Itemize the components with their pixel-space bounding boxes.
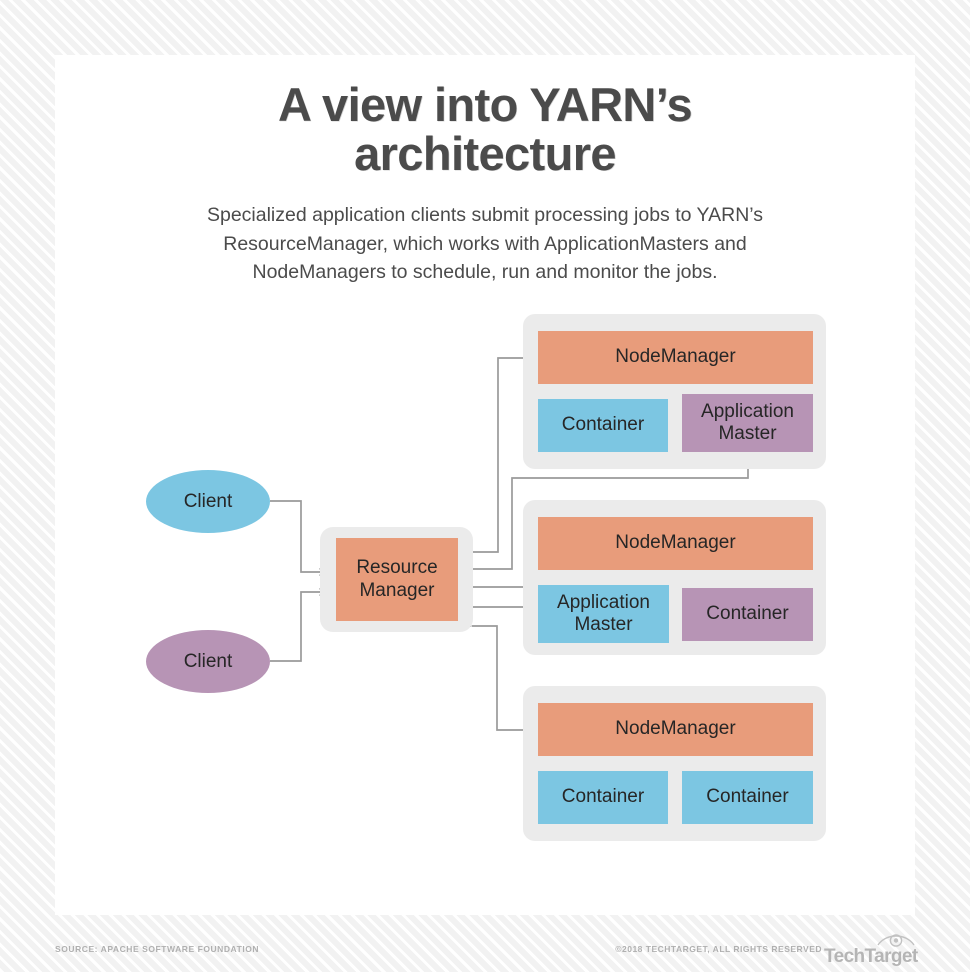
techtarget-wordmark: TechTarget: [824, 946, 918, 967]
application-master-label-line1: Application: [701, 400, 794, 422]
node-manager-box-3[interactable]: NodeManager: [538, 703, 813, 756]
page-title: A view into YARN’s architecture: [277, 78, 693, 181]
application-master-box-1b[interactable]: Application Master: [682, 394, 813, 452]
header: A view into YARN’s architecture Speciali…: [55, 80, 915, 287]
node-manager-label: NodeManager: [615, 346, 736, 368]
node-manager-box-1[interactable]: NodeManager: [538, 331, 813, 384]
container-box-3b[interactable]: Container: [682, 771, 813, 824]
client-label: Client: [183, 490, 233, 512]
copyright-notice: ©2018 TECHTARGET, ALL RIGHTS RESERVED: [615, 944, 822, 954]
container-box-1a[interactable]: Container: [538, 399, 668, 452]
node-manager-group-3[interactable]: NodeManager Container Container: [523, 686, 826, 841]
resource-manager-box[interactable]: Resource Manager: [336, 538, 458, 621]
application-master-label-line2: Master: [574, 614, 633, 635]
resource-manager-label-line2: Manager: [359, 579, 435, 601]
node-manager-label: NodeManager: [615, 532, 736, 554]
container-label: Container: [706, 786, 789, 808]
application-master-box-2a[interactable]: Application Master: [538, 585, 669, 643]
container-label: Container: [561, 414, 645, 436]
resource-manager-label-line1: Resource: [356, 557, 438, 579]
client-label: Client: [183, 650, 233, 672]
container-label: Container: [561, 786, 645, 808]
node-manager-label: NodeManager: [615, 718, 736, 740]
techtarget-logo: TechTarget: [824, 930, 920, 970]
container-box-2b[interactable]: Container: [682, 588, 813, 641]
node-manager-box-2[interactable]: NodeManager: [538, 517, 813, 570]
resource-manager-group[interactable]: Resource Manager: [320, 527, 473, 632]
client-node-2[interactable]: Client: [146, 630, 270, 693]
source-credit: SOURCE: APACHE SOFTWARE FOUNDATION: [55, 944, 260, 954]
application-master-label-line1: Application: [557, 591, 650, 613]
node-manager-group-2[interactable]: NodeManager Application Master Container: [523, 500, 826, 655]
client-node-1[interactable]: Client: [146, 470, 270, 533]
node-manager-group-1[interactable]: NodeManager Container Application Master: [523, 314, 826, 469]
container-box-3a[interactable]: Container: [538, 771, 668, 824]
application-master-label-line2: Master: [718, 423, 777, 444]
page-subtitle: Specialized application clients submit p…: [206, 203, 764, 284]
footer: SOURCE: APACHE SOFTWARE FOUNDATION ©2018…: [0, 930, 970, 972]
container-label: Container: [706, 603, 789, 625]
